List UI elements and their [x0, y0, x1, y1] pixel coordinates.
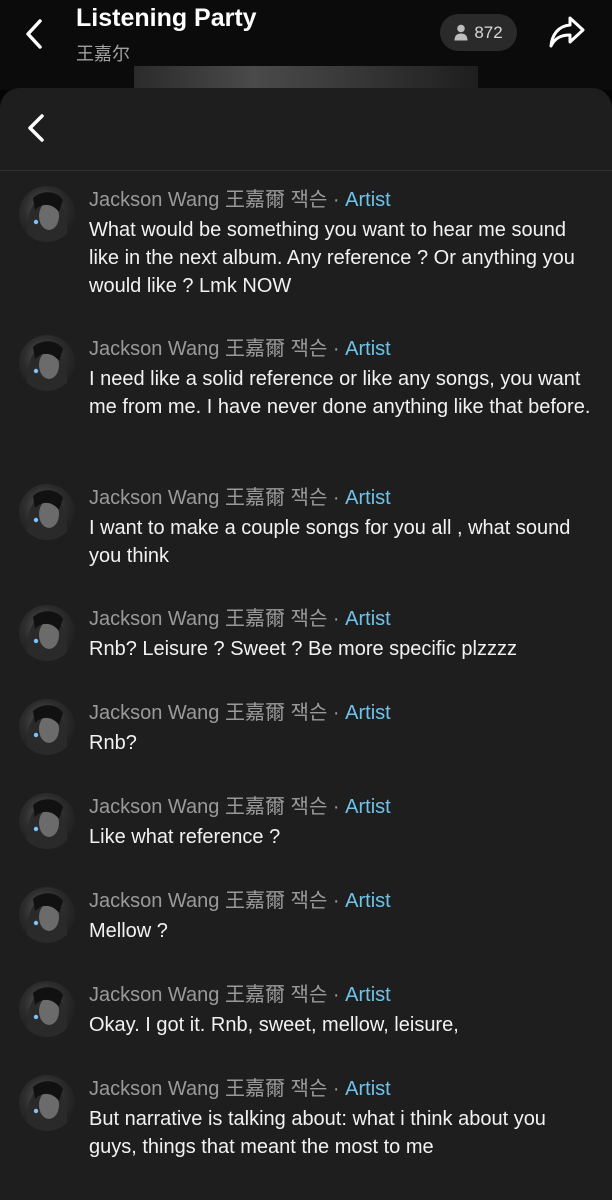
separator-dot: ·: [332, 702, 340, 724]
chevron-left-icon: [26, 19, 42, 49]
avatar-face-icon: [26, 799, 68, 849]
author-name[interactable]: Jackson Wang 王嘉爾 잭슨: [89, 984, 327, 1006]
separator-dot: ·: [332, 796, 340, 818]
avatar-face-icon: [26, 705, 68, 755]
artist-badge: Artist: [345, 487, 391, 509]
avatar[interactable]: [19, 981, 75, 1037]
share-arrow-icon: [549, 16, 585, 48]
message-text: I need like a solid reference or like an…: [89, 368, 591, 418]
sheet-back-button[interactable]: [16, 108, 56, 148]
avatar[interactable]: [19, 605, 75, 661]
artist-badge: Artist: [345, 702, 391, 724]
message-header: Jackson Wang 王嘉爾 잭슨 · Artist: [89, 1077, 391, 1101]
separator-dot: ·: [332, 984, 340, 1006]
artist-badge: Artist: [345, 608, 391, 630]
message-text: But narrative is talking about: what i t…: [89, 1108, 546, 1158]
artist-badge: Artist: [345, 338, 391, 360]
separator-dot: ·: [332, 189, 340, 211]
separator-dot: ·: [332, 487, 340, 509]
message-text: What would be something you want to hear…: [89, 219, 575, 297]
author-name[interactable]: Jackson Wang 王嘉爾 잭슨: [89, 338, 327, 360]
separator-dot: ·: [332, 338, 340, 360]
artist-badge: Artist: [345, 890, 391, 912]
message-header: Jackson Wang 王嘉爾 잭슨 · Artist: [89, 607, 391, 631]
avatar[interactable]: [19, 186, 75, 242]
avatar-face-icon: [26, 987, 68, 1037]
message-header: Jackson Wang 王嘉爾 잭슨 · Artist: [89, 188, 391, 212]
avatar[interactable]: [19, 793, 75, 849]
artist-badge: Artist: [345, 796, 391, 818]
author-name[interactable]: Jackson Wang 王嘉爾 잭슨: [89, 796, 327, 818]
separator-dot: ·: [332, 890, 340, 912]
author-name[interactable]: Jackson Wang 王嘉爾 잭슨: [89, 702, 327, 724]
avatar-face-icon: [26, 1081, 68, 1131]
author-name[interactable]: Jackson Wang 王嘉爾 잭슨: [89, 890, 327, 912]
separator-dot: ·: [332, 1078, 340, 1100]
message-header: Jackson Wang 王嘉爾 잭슨 · Artist: [89, 795, 391, 819]
back-button[interactable]: [14, 14, 54, 54]
author-name[interactable]: Jackson Wang 王嘉爾 잭슨: [89, 189, 327, 211]
person-icon: [454, 24, 468, 41]
avatar[interactable]: [19, 484, 75, 540]
avatar-face-icon: [26, 490, 68, 540]
avatar-face-icon: [26, 893, 68, 943]
avatar[interactable]: [19, 1075, 75, 1131]
avatar-face-icon: [26, 192, 68, 242]
avatar[interactable]: [19, 335, 75, 391]
message-text: Mellow ?: [89, 920, 168, 942]
avatar-face-icon: [26, 341, 68, 391]
avatar[interactable]: [19, 887, 75, 943]
message-header: Jackson Wang 王嘉爾 잭슨 · Artist: [89, 337, 391, 361]
page-title: Listening Party: [76, 4, 257, 32]
message-text: Like what reference ?: [89, 826, 281, 848]
message-header: Jackson Wang 王嘉爾 잭슨 · Artist: [89, 983, 391, 1007]
app-screen: Listening Party 王嘉尔 872 Jackson Wang 王嘉爾…: [0, 0, 612, 1200]
page-subtitle: 王嘉尔: [76, 44, 130, 64]
listener-count-badge[interactable]: 872: [440, 14, 517, 51]
comments-sheet: Jackson Wang 王嘉爾 잭슨 · Artist What would …: [0, 88, 612, 1200]
message-header: Jackson Wang 王嘉爾 잭슨 · Artist: [89, 701, 391, 725]
author-name[interactable]: Jackson Wang 王嘉爾 잭슨: [89, 1078, 327, 1100]
share-button[interactable]: [545, 12, 589, 52]
avatar-face-icon: [26, 611, 68, 661]
message-text: I want to make a couple songs for you al…: [89, 517, 571, 567]
artist-badge: Artist: [345, 1078, 391, 1100]
message-text: Rnb? Leisure ? Sweet ? Be more specific …: [89, 638, 517, 660]
listening-party-header: Listening Party 王嘉尔 872: [0, 0, 612, 96]
artist-badge: Artist: [345, 984, 391, 1006]
separator-dot: ·: [332, 608, 340, 630]
message-header: Jackson Wang 王嘉爾 잭슨 · Artist: [89, 486, 391, 510]
chevron-left-icon: [28, 114, 44, 142]
avatar[interactable]: [19, 699, 75, 755]
message-text: Okay. I got it. Rnb, sweet, mellow, leis…: [89, 1014, 459, 1036]
message-text: Rnb?: [89, 732, 137, 754]
author-name[interactable]: Jackson Wang 王嘉爾 잭슨: [89, 487, 327, 509]
sheet-header: [0, 88, 612, 171]
author-name[interactable]: Jackson Wang 王嘉爾 잭슨: [89, 608, 327, 630]
listener-count: 872: [474, 22, 503, 42]
artist-badge: Artist: [345, 189, 391, 211]
message-header: Jackson Wang 王嘉爾 잭슨 · Artist: [89, 889, 391, 913]
